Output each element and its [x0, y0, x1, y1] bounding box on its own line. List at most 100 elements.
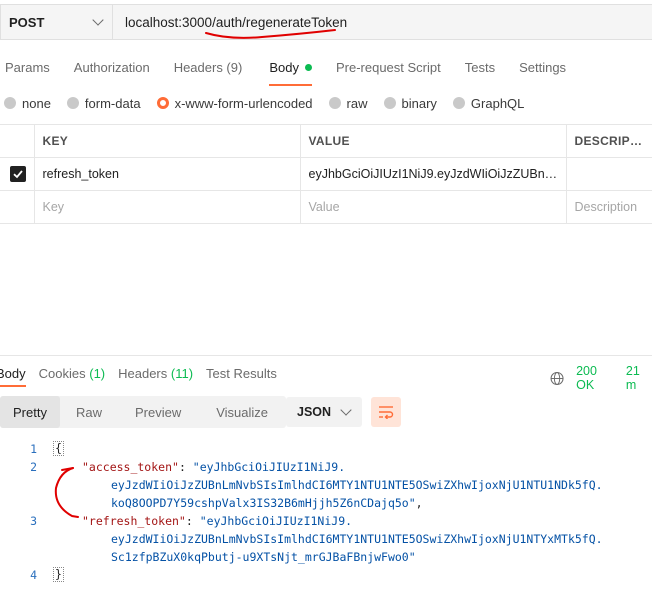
- bracket-annotation: [54, 467, 79, 518]
- json-line: eyJzdWIiOiJzZUBnLmNvbSIsImlhdCI6MTY1NTU1…: [111, 532, 603, 546]
- tab-count: (1): [89, 365, 106, 381]
- wrap-lines-button[interactable]: [371, 397, 401, 427]
- format-select[interactable]: JSON: [286, 397, 362, 427]
- body-type-label: GraphQL: [470, 95, 525, 111]
- line-number: 2: [30, 460, 37, 474]
- red-annotation-marks: [54, 29, 336, 518]
- method-select[interactable]: POST: [1, 5, 113, 39]
- body-type-label: form-data: [84, 95, 141, 111]
- radio-icon: [452, 97, 465, 109]
- row-description[interactable]: [565, 157, 652, 191]
- line-number: 3: [30, 514, 37, 528]
- body-type-none[interactable]: none: [4, 96, 51, 111]
- response-tab-body[interactable]: Body: [0, 366, 26, 387]
- json-line: eyJzdWIiOiJzZUBnLmNvbSIsImlhdCI6MTY1NTU1…: [111, 478, 603, 492]
- body-type-selector: none form-data x-www-form-urlencoded raw…: [4, 92, 540, 114]
- body-type-form-data[interactable]: form-data: [66, 95, 141, 111]
- body-type-label: none: [22, 95, 51, 111]
- body-type-raw[interactable]: raw: [328, 95, 368, 111]
- tab-pre-request-script[interactable]: Pre-request Script: [336, 52, 441, 82]
- request-url-bar: POST localhost:3000/auth/regenerateToken: [0, 4, 652, 40]
- bracket-tick-annotation: [61, 467, 74, 471]
- radio-selected-icon: [156, 97, 169, 109]
- json-string: "eyJhbGciOiJIUzI1NiJ9.: [199, 514, 353, 528]
- json-close-brace: }: [53, 567, 64, 582]
- json-line: "access_token": "eyJhbGciOiJIUzI1NiJ9.: [82, 460, 345, 474]
- radio-icon: [66, 97, 79, 109]
- params-table: KEY VALUE DESCRIPTION refresh_token eyJh…: [0, 124, 652, 224]
- response-tab-cookies[interactable]: Cookies (1): [39, 366, 105, 381]
- chevron-down-icon: [92, 14, 104, 26]
- tab-headers[interactable]: Headers (9): [174, 52, 243, 82]
- row-value[interactable]: eyJhbGciOiJIUzI1NiJ9.eyJzdWIiOiJzZUBnLmN…: [299, 157, 567, 191]
- description-placeholder[interactable]: Description: [565, 190, 652, 224]
- tab-count: (11): [170, 365, 194, 381]
- tab-label: Cookies: [38, 365, 86, 381]
- globe-icon[interactable]: [550, 371, 564, 386]
- response-status: 200 OK 21 m: [550, 364, 652, 392]
- table-row-placeholder: Key Value Description: [0, 190, 652, 224]
- body-type-graphql[interactable]: GraphQL: [452, 95, 525, 111]
- tab-settings[interactable]: Settings: [519, 52, 566, 82]
- response-time[interactable]: 21 m: [626, 364, 652, 392]
- radio-icon: [328, 97, 341, 109]
- json-line: "refresh_token": "eyJhbGciOiJIUzI1NiJ9.: [82, 514, 352, 528]
- json-string: Sc1zfpBZuX0kqPbutj-u9XTsNjt_mrGJBaFBnjwF…: [111, 550, 416, 564]
- view-mode-pretty[interactable]: Pretty: [0, 396, 60, 428]
- url-text: localhost:3000/auth/regenerateToken: [125, 14, 348, 30]
- json-string: eyJzdWIiOiJzZUBnLmNvbSIsImlhdCI6MTY1NTU1…: [111, 532, 603, 546]
- header-key: KEY: [33, 124, 301, 158]
- body-type-label: x-www-form-urlencoded: [174, 95, 313, 111]
- body-indicator-dot: [304, 63, 312, 71]
- json-comma: ,: [415, 496, 423, 510]
- value-placeholder[interactable]: Value: [299, 190, 567, 224]
- checkbox-checked-icon[interactable]: [10, 166, 26, 182]
- response-tabs: Body Cookies (1) Headers (11) Test Resul…: [0, 362, 290, 387]
- json-colon: :: [185, 514, 200, 528]
- table-header-cell: [0, 124, 35, 158]
- json-string: "eyJhbGciOiJIUzI1NiJ9.: [192, 460, 346, 474]
- line-number: 4: [30, 568, 37, 582]
- tab-authorization[interactable]: Authorization: [74, 52, 150, 82]
- json-string: eyJzdWIiOiJzZUBnLmNvbSIsImlhdCI6MTY1NTU1…: [111, 478, 603, 492]
- format-label: JSON: [297, 405, 332, 419]
- json-colon: :: [178, 460, 193, 474]
- tab-body-label: Body: [269, 59, 299, 75]
- header-description: DESCRIPTION: [565, 124, 652, 158]
- tab-tests[interactable]: Tests: [465, 52, 495, 82]
- json-open-brace: {: [53, 441, 64, 456]
- view-mode-switcher: Pretty Raw Preview Visualize: [0, 396, 287, 428]
- header-value: VALUE: [299, 124, 567, 158]
- method-label: POST: [9, 14, 45, 30]
- wrap-lines-icon: [379, 406, 394, 419]
- body-type-binary[interactable]: binary: [383, 96, 437, 111]
- tab-body[interactable]: Body: [269, 52, 312, 86]
- chevron-down-icon: [340, 404, 352, 416]
- row-enable-cell: [0, 157, 35, 191]
- row-key[interactable]: refresh_token: [33, 157, 301, 191]
- json-key: "refresh_token": [82, 514, 186, 528]
- tab-params[interactable]: Params: [5, 52, 50, 82]
- body-type-urlencoded[interactable]: x-www-form-urlencoded: [156, 95, 313, 111]
- brace: }: [53, 567, 64, 582]
- request-tabs: Params Authorization Headers (9) Body Pr…: [0, 52, 566, 86]
- json-line: koQ8OOPD7Y59cshpValx3IS32B6mHjjh5Z6nCDaj…: [111, 496, 423, 510]
- radio-icon: [4, 97, 16, 109]
- view-mode-raw[interactable]: Raw: [60, 396, 118, 428]
- line-number: 1: [30, 442, 37, 456]
- table-header-row: KEY VALUE DESCRIPTION: [0, 124, 652, 158]
- key-placeholder[interactable]: Key: [33, 190, 301, 224]
- json-line: Sc1zfpBZuX0kqPbutj-u9XTsNjt_mrGJBaFBnjwF…: [111, 550, 416, 564]
- body-type-label: raw: [346, 95, 368, 111]
- row-enable-cell-empty: [0, 190, 35, 224]
- response-tab-test-results[interactable]: Test Results: [206, 366, 277, 381]
- tab-label: Headers: [118, 365, 168, 381]
- view-mode-preview[interactable]: Preview: [118, 396, 198, 428]
- brace: {: [53, 441, 64, 456]
- status-code[interactable]: 200 OK: [576, 364, 616, 392]
- response-tab-headers[interactable]: Headers (11): [118, 366, 193, 381]
- pane-divider[interactable]: [0, 355, 652, 356]
- table-row: refresh_token eyJhbGciOiJIUzI1NiJ9.eyJzd…: [0, 157, 652, 191]
- view-mode-visualize[interactable]: Visualize: [198, 396, 286, 428]
- url-input[interactable]: localhost:3000/auth/regenerateToken: [113, 5, 652, 39]
